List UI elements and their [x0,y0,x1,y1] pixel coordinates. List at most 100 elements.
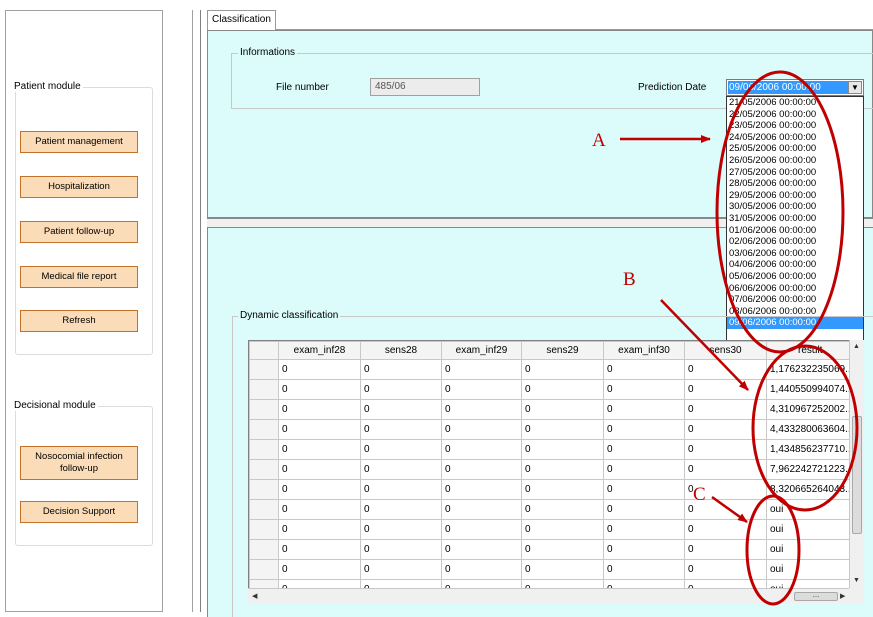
patient-follow-up-button[interactable]: Patient follow-up [20,221,138,243]
grid-cell[interactable]: 0 [684,459,767,480]
table-row[interactable]: 0 0 0 0 0 0 4,310967252002... [249,399,855,420]
column-header-exam-inf29[interactable]: exam_inf29 [441,341,522,360]
date-option[interactable]: 26/05/2006 00:00:00 [727,155,863,167]
grid-cell[interactable]: 0 [278,439,361,460]
date-option[interactable]: 02/06/2006 00:00:00 [727,236,863,248]
row-header[interactable] [249,499,279,520]
grid-cell[interactable]: 0 [278,359,361,380]
grid-cell[interactable]: 0 [441,439,522,460]
chevron-down-icon[interactable]: ▼ [848,81,862,94]
grid-cell[interactable]: 0 [441,419,522,440]
row-header[interactable] [249,399,279,420]
scroll-up-icon[interactable]: ▲ [853,343,860,350]
grid-cell[interactable]: oui [765,559,855,580]
grid-cell[interactable]: 0 [441,399,522,420]
grid-cell[interactable]: 0 [603,439,685,460]
grid-cell[interactable]: 0 [278,419,361,440]
date-option[interactable]: 21/05/2006 00:00:00 [727,97,863,109]
table-row[interactable]: 0 0 0 0 0 0 1,176232235069... [249,359,855,380]
date-option[interactable]: 05/06/2006 00:00:00 [727,271,863,283]
scroll-right-icon[interactable]: ▶ [840,592,845,600]
grid-cell[interactable]: oui [765,539,855,560]
grid-vertical-scroll-thumb[interactable] [852,416,862,534]
grid-vertical-scrollbar[interactable]: ▲ ≡ ▼ [849,340,864,589]
grid-horizontal-scrollbar[interactable]: ◀ … ▶ [248,588,849,603]
grid-cell[interactable]: 0 [360,559,442,580]
table-row[interactable]: 000000oui [249,539,855,560]
grid-cell[interactable]: 0 [360,459,442,480]
row-header[interactable] [249,519,279,540]
grid-cell[interactable]: 0 [684,539,767,560]
grid-cell[interactable]: 0 [360,359,442,380]
prediction-date-combo[interactable]: 09/06/2006 00:00:00 ▼ [726,79,864,96]
grid-cell[interactable]: 0 [684,399,767,420]
patient-management-button[interactable]: Patient management [20,131,138,153]
grid-cell[interactable]: 0 [521,419,604,440]
grid-cell[interactable]: 0 [603,519,685,540]
grid-cell[interactable]: 0 [441,379,522,400]
column-header-sens28[interactable]: sens28 [360,341,442,360]
date-option[interactable]: 27/05/2006 00:00:00 [727,167,863,179]
file-number-field[interactable]: 485/06 [370,78,480,96]
scroll-left-icon[interactable]: ◀ [252,592,257,600]
table-row[interactable]: 000000oui [249,519,855,540]
table-row[interactable]: 0 0 0 0 0 0 1,434856237710... [249,439,855,460]
grid-cell[interactable]: 0 [603,359,685,380]
grid-cell[interactable]: 0 [278,459,361,480]
date-option[interactable]: 29/05/2006 00:00:00 [727,190,863,202]
hospitalization-button[interactable]: Hospitalization [20,176,138,198]
column-header-result[interactable]: result [765,341,855,360]
grid-cell[interactable]: 4,310967252002... [765,399,855,420]
grid-cell[interactable]: 0 [684,379,767,400]
grid-cell[interactable]: 0 [441,499,522,520]
row-header[interactable] [249,439,279,460]
grid-cell[interactable]: 1,176232235069... [765,359,855,380]
date-option[interactable]: 22/05/2006 00:00:00 [727,109,863,121]
grid-cell[interactable]: 0 [441,459,522,480]
grid-cell[interactable]: 0 [360,419,442,440]
grid-cell[interactable]: 0 [521,499,604,520]
date-option[interactable]: 03/06/2006 00:00:00 [727,248,863,260]
row-header[interactable] [249,539,279,560]
scroll-down-icon[interactable]: ▼ [853,577,860,584]
grid-cell[interactable]: 0 [603,379,685,400]
date-option[interactable]: 06/06/2006 00:00:00 [727,283,863,295]
row-header[interactable] [249,459,279,480]
row-header[interactable] [249,379,279,400]
grid-cell[interactable]: 0 [603,499,685,520]
grid-cell[interactable]: 0 [684,499,767,520]
grid-cell[interactable]: 0 [278,479,361,500]
grid-cell[interactable]: 0 [360,399,442,420]
tab-classification[interactable]: Classification [207,10,276,30]
prediction-date-dropdown[interactable]: 21/05/2006 00:00:00 22/05/2006 00:00:00 23… [726,96,864,342]
grid-cell[interactable]: 0 [521,519,604,540]
grid-cell[interactable]: 0 [603,539,685,560]
column-header-sens29[interactable]: sens29 [521,341,604,360]
grid-cell[interactable]: 1,434856237710... [765,439,855,460]
column-header-exam-inf28[interactable]: exam_inf28 [278,341,361,360]
grid-cell[interactable]: 0 [684,419,767,440]
date-option[interactable]: 28/05/2006 00:00:00 [727,178,863,190]
grid-cell[interactable]: 0 [684,359,767,380]
column-header-sens30[interactable]: sens30 [684,341,767,360]
table-row[interactable]: 000000oui [249,559,855,580]
grid-cell[interactable]: 1,440550994074... [765,379,855,400]
grid-cell[interactable]: 0 [603,419,685,440]
grid-cell[interactable]: 0 [441,519,522,540]
date-option[interactable]: 23/05/2006 00:00:00 [727,120,863,132]
grid-cell[interactable]: 0 [521,399,604,420]
grid-cell[interactable]: 0 [278,539,361,560]
row-header[interactable] [249,419,279,440]
date-option[interactable]: 31/05/2006 00:00:00 [727,213,863,225]
table-row[interactable]: 0 0 0 0 0 0 4,433280063604... [249,419,855,440]
grid-cell[interactable]: 0 [521,379,604,400]
grid-cell[interactable]: 0 [278,399,361,420]
grid-cell[interactable]: 8,320665264043... [765,479,855,500]
grid-cell[interactable]: 0 [441,479,522,500]
grid-cell[interactable]: 0 [684,519,767,540]
grid-cell[interactable]: 0 [278,379,361,400]
grid-cell[interactable]: 0 [521,559,604,580]
row-header[interactable] [249,359,279,380]
grid-cell[interactable]: 0 [441,559,522,580]
grid-cell[interactable]: 0 [521,439,604,460]
